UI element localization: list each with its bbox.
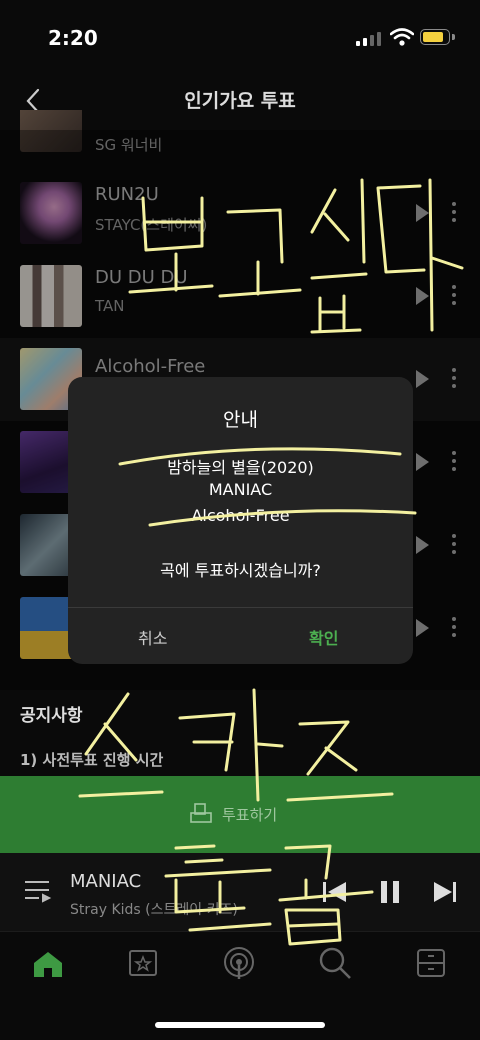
battery-tip: [452, 34, 455, 40]
previous-icon[interactable]: [322, 881, 348, 903]
page-title: 인기가요 투표: [184, 90, 296, 112]
vote-button-label: 투표하기: [222, 806, 278, 824]
playlist-icon[interactable]: [24, 879, 52, 903]
podcast-icon[interactable]: [222, 946, 256, 980]
vote-confirm-dialog: 안내 밤하늘의 별을(2020) MANIAC Alcohol-Free 곡에 …: [68, 377, 413, 664]
now-playing-title: MANIAC: [70, 871, 142, 892]
battery-icon: [420, 29, 450, 45]
pause-icon[interactable]: [378, 880, 402, 904]
notice-item[interactable]: 1) 사전투표 진행 시간: [20, 749, 163, 770]
search-icon[interactable]: [318, 946, 352, 980]
dialog-song-line: 밤하늘의 별을(2020): [167, 458, 314, 477]
mini-player[interactable]: MANIAC Stray Kids (스트레이 키즈): [0, 853, 480, 931]
storage-icon[interactable]: [416, 948, 446, 978]
status-time: 2:20: [48, 26, 98, 50]
notice-heading: 공지사항: [20, 706, 83, 726]
now-playing-artist: Stray Kids (스트레이 키즈): [70, 902, 238, 918]
dialog-song-line: Alcohol-Free: [191, 506, 290, 525]
next-icon[interactable]: [432, 881, 458, 903]
cancel-button[interactable]: 취소: [138, 625, 167, 649]
wifi-icon: [390, 28, 414, 46]
dialog-divider: [68, 607, 413, 608]
home-icon[interactable]: [32, 950, 64, 978]
dialog-song-line: MANIAC: [208, 480, 273, 499]
library-icon[interactable]: [128, 948, 158, 978]
ballot-icon: [190, 803, 212, 823]
confirm-button[interactable]: 확인: [309, 625, 338, 649]
vote-button[interactable]: 투표하기: [0, 776, 480, 853]
dialog-title: 안내: [223, 409, 258, 431]
dialog-question: 곡에 투표하시겠습니까?: [160, 561, 321, 580]
cellular-signal-icon: [356, 30, 382, 46]
home-indicator[interactable]: [155, 1022, 325, 1028]
